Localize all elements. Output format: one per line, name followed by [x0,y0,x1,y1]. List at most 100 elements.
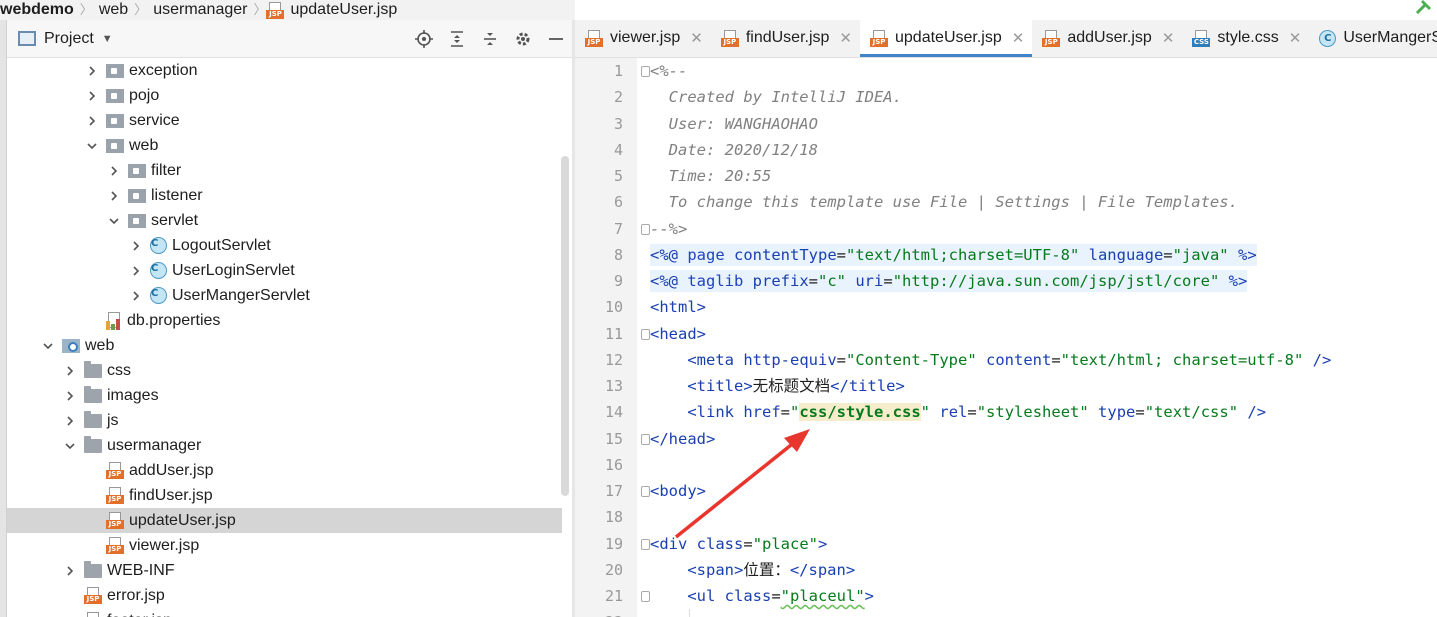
chevron-right-icon[interactable] [127,262,145,280]
expand-all-icon[interactable] [440,20,473,58]
editor-tab[interactable]: JSP findUser.jsp ✕ [711,20,860,57]
code-line: <%@ page contentType="text/html;charset=… [650,242,1257,268]
tree-item[interactable]: JSP error.jsp [7,583,562,608]
tree-item[interactable]: images [7,383,562,408]
project-view-selector[interactable]: Project ▼ [18,30,113,48]
chevron-right-icon[interactable] [83,87,101,105]
chevron-right-icon[interactable] [127,287,145,305]
breadcrumb-item[interactable]: updateUser.jsp [284,0,403,20]
tree-item-label: WEB-INF [107,561,175,579]
line-number-gutter: 12345678910111213141516171819202122 [575,58,637,617]
code-token: contentType [734,244,837,266]
code-editor[interactable]: <%-- Created by IntelliJ IDEA. User: WAN… [637,58,1437,617]
tree-item[interactable]: C UserLoginServlet [7,258,562,283]
editor-tab-label: findUser.jsp [745,29,830,46]
chevron-right-icon[interactable] [105,162,123,180]
code-token: = [967,403,977,421]
line-number: 15 [604,430,623,448]
collapse-all-icon[interactable] [473,20,506,58]
tree-item[interactable]: JSP findUser.jsp [7,483,562,508]
fold-marker-icon[interactable] [641,434,650,445]
line-number: 20 [604,561,623,579]
class-icon: C [1319,29,1337,47]
tree-item-label: usermanager [107,436,202,454]
tree-item[interactable]: usermanager [7,433,562,458]
code-token: "java" [1172,244,1229,266]
editor-tab[interactable]: C UserMangerServlet [1309,20,1437,57]
tree-item[interactable]: C UserMangerServlet [7,283,562,308]
fold-marker-icon[interactable] [641,486,650,497]
chevron-right-icon[interactable] [61,412,79,430]
tree-item[interactable]: js [7,408,562,433]
tree-item-label: addUser.jsp [129,461,214,479]
close-icon[interactable]: ✕ [1012,29,1025,47]
tree-scrollbar[interactable] [561,156,569,496]
tree-item[interactable]: pojo [7,83,562,108]
editor-tabs: JSP viewer.jsp ✕ JSP findUser.jsp ✕ JSP updateU… [575,20,1437,58]
tree-item[interactable]: css [7,358,562,383]
web-folder-icon [62,338,80,353]
chevron-right-icon[interactable] [61,387,79,405]
chevron-down-icon[interactable] [61,437,79,455]
tree-item[interactable]: WEB-INF [7,558,562,583]
breadcrumb-item[interactable]: usermanager [147,0,253,20]
tree-item[interactable]: JSP addUser.jsp [7,458,562,483]
close-icon[interactable]: ✕ [839,29,852,47]
breadcrumb-item[interactable]: webdemo [0,0,80,20]
chevron-right-icon[interactable] [61,362,79,380]
tree-item[interactable]: db.properties [7,308,562,333]
editor-tab-label: updateUser.jsp [895,29,1002,46]
tree-item[interactable]: JSP viewer.jsp [7,533,562,558]
chevron-right-icon[interactable] [127,237,145,255]
close-icon[interactable]: ✕ [1289,29,1302,47]
editor-tab-label: addUser.jsp [1067,29,1152,46]
chevron-right-icon[interactable] [61,562,79,580]
tree-item[interactable]: JSP updateUser.jsp [7,508,562,533]
chevron-down-icon[interactable] [105,212,123,230]
line-number: 3 [613,115,623,133]
tree-item[interactable]: listener [7,183,562,208]
tree-item[interactable]: filter [7,158,562,183]
fold-marker-icon[interactable] [641,539,650,550]
fold-marker-icon[interactable] [641,66,650,77]
tree-item-label: UserLoginServlet [172,261,295,279]
minimize-icon[interactable] [539,20,572,58]
chevron-down-icon[interactable] [83,137,101,155]
tree-item[interactable]: JSP footer.jsp [7,608,562,617]
tree-item[interactable]: C LogoutServlet [7,233,562,258]
close-icon[interactable]: ✕ [690,29,703,47]
tree-item[interactable]: exception [7,58,562,83]
chevron-down-icon[interactable] [39,337,57,355]
code-token: 无标题文档 [752,377,831,395]
tree-item[interactable]: servlet [7,208,562,233]
editor-tab[interactable]: JSP viewer.jsp ✕ [575,20,711,57]
breadcrumb-separator-icon: 〉 [79,2,93,17]
tree-item[interactable]: web [7,133,562,158]
jsp-file-icon: JSP [106,537,124,554]
code-token: <span> [687,561,744,579]
close-icon[interactable]: ✕ [1162,29,1175,47]
jsp-file-icon: JSP [84,587,102,604]
chevron-right-icon[interactable] [83,62,101,80]
fold-marker-icon[interactable] [641,591,650,602]
editor-tab[interactable]: CSS style.css ✕ [1182,20,1309,57]
hammer-icon[interactable] [1409,0,1435,14]
code-token: 位置： [743,561,790,579]
locate-icon[interactable] [407,20,440,58]
jsp-file-icon: JSP [870,29,888,47]
editor-tab[interactable]: JSP addUser.jsp ✕ [1032,20,1182,57]
tree-item[interactable]: service [7,108,562,133]
code-token: prefix [752,270,809,292]
chevron-right-icon[interactable] [83,112,101,130]
breadcrumb-item[interactable]: web [93,0,134,20]
settings-gear-icon[interactable] [506,20,539,58]
chevron-right-icon[interactable] [105,187,123,205]
fold-marker-icon[interactable] [641,329,650,340]
folder-icon [84,435,102,453]
code-token: = [836,244,846,266]
fold-marker-icon[interactable] [641,224,650,235]
editor-tab[interactable]: JSP updateUser.jsp ✕ [860,20,1033,57]
tree-item[interactable]: web [7,333,562,358]
